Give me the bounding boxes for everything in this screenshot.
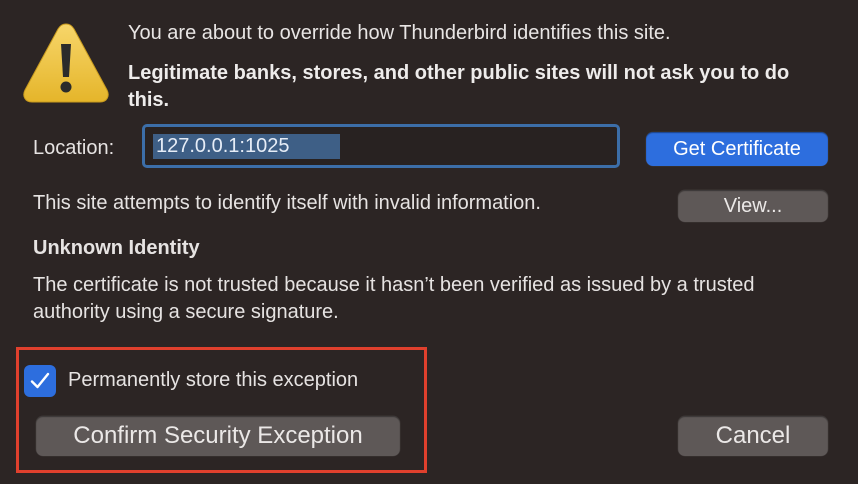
location-field[interactable] xyxy=(142,124,620,168)
permanent-exception-label[interactable]: Permanently store this exception xyxy=(68,369,358,392)
identity-description: The certificate is not trusted because i… xyxy=(33,274,755,323)
checkmark-icon xyxy=(30,372,50,389)
warning-emphasis: Legitimate banks, stores, and other publ… xyxy=(128,62,790,111)
view-button[interactable]: View... xyxy=(678,190,828,222)
location-label: Location: xyxy=(33,137,115,159)
warning-triangle-icon xyxy=(23,23,109,103)
identity-heading: Unknown Identity xyxy=(33,237,200,259)
warning-message: You are about to override how Thunderbir… xyxy=(128,22,671,44)
confirm-security-exception-button[interactable]: Confirm Security Exception xyxy=(36,416,400,456)
invalid-info-text: This site attempts to identify itself wi… xyxy=(33,192,541,214)
cancel-button[interactable]: Cancel xyxy=(678,416,828,456)
location-input[interactable] xyxy=(153,133,340,159)
permanent-exception-checkbox[interactable] xyxy=(24,365,56,397)
get-certificate-button[interactable]: Get Certificate xyxy=(646,132,828,166)
